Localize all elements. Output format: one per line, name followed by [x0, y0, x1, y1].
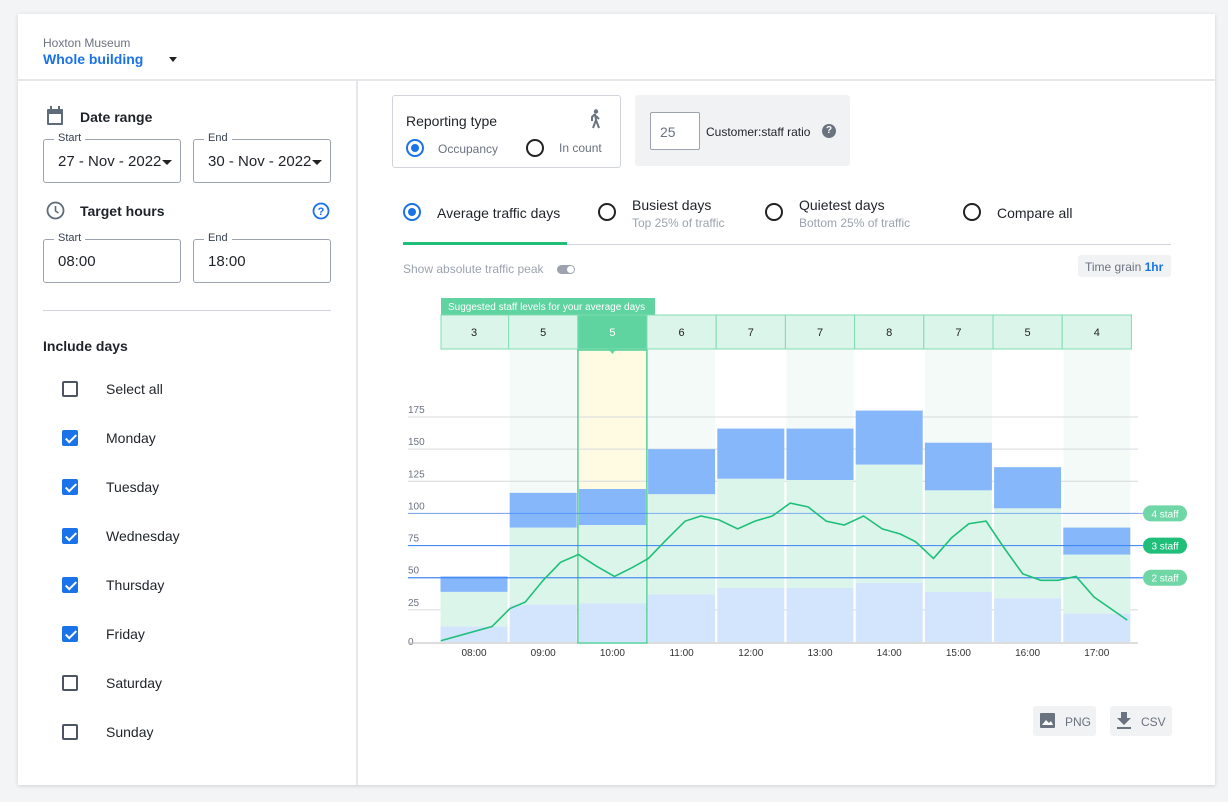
low-bar: [855, 582, 923, 642]
staff-title: Suggested staff levels for your average …: [448, 302, 645, 313]
range-bar: [578, 489, 646, 525]
staff-level-value: 5: [609, 327, 615, 339]
staff-level-value: 7: [817, 327, 823, 339]
staff-level-value: 8: [886, 327, 892, 339]
low-bar: [1063, 613, 1131, 642]
mid-bar: [994, 508, 1062, 599]
mid-bar: [924, 490, 992, 592]
low-bar: [578, 603, 646, 642]
x-tick-label: 16:00: [1015, 648, 1040, 659]
x-tick-label: 08:00: [461, 648, 486, 659]
staff-level-value: 4: [1094, 327, 1100, 339]
staff-level-value: 7: [955, 327, 961, 339]
x-tick-label: 09:00: [531, 648, 556, 659]
staff-threshold-label: 3 staff: [1151, 542, 1178, 553]
low-bar: [509, 604, 577, 642]
range-bar: [1063, 527, 1131, 555]
range-bar: [994, 467, 1062, 509]
x-tick-label: 10:00: [600, 648, 625, 659]
range-bar: [648, 449, 716, 495]
low-bar: [786, 588, 854, 642]
y-tick-label: 25: [408, 598, 420, 609]
low-bar: [924, 591, 992, 642]
x-tick-label: 13:00: [807, 648, 832, 659]
range-bar: [924, 442, 992, 491]
staff-threshold-label: 2 staff: [1151, 574, 1178, 585]
staff-level-value: 3: [471, 327, 477, 339]
mid-bar: [717, 478, 785, 588]
staff-level-value: 6: [679, 327, 685, 339]
range-bar: [509, 492, 577, 528]
mid-bar: [578, 525, 646, 604]
staff-level-value: 5: [540, 327, 546, 339]
range-bar: [855, 410, 923, 465]
low-bar: [717, 588, 785, 642]
staff-level-value: 7: [748, 327, 754, 339]
x-tick-label: 12:00: [738, 648, 763, 659]
mid-bar: [855, 464, 923, 583]
staff-threshold-label: 4 staff: [1151, 509, 1178, 520]
y-tick-label: 75: [408, 534, 420, 545]
mid-bar: [1063, 554, 1131, 614]
range-bar: [717, 428, 785, 479]
y-tick-label: 100: [408, 501, 425, 512]
x-tick-label: 15:00: [946, 648, 971, 659]
low-bar: [440, 626, 508, 642]
staff-level-value: 5: [1025, 327, 1031, 339]
mid-bar: [786, 480, 854, 588]
staffing-chart: 025507510012515017508:0009:0010:0011:001…: [408, 298, 1187, 659]
mid-bar: [509, 527, 577, 605]
x-tick-label: 14:00: [877, 648, 902, 659]
low-bar: [994, 598, 1062, 642]
y-tick-label: 150: [408, 437, 425, 448]
mid-bar: [648, 494, 716, 595]
x-tick-label: 11:00: [669, 648, 694, 659]
x-tick-label: 17:00: [1084, 648, 1109, 659]
range-bar: [440, 576, 508, 592]
y-tick-label: 125: [408, 469, 425, 480]
low-bar: [648, 594, 716, 642]
y-tick-label: 175: [408, 405, 425, 416]
range-bar: [786, 428, 854, 480]
y-tick-label: 50: [408, 566, 420, 577]
